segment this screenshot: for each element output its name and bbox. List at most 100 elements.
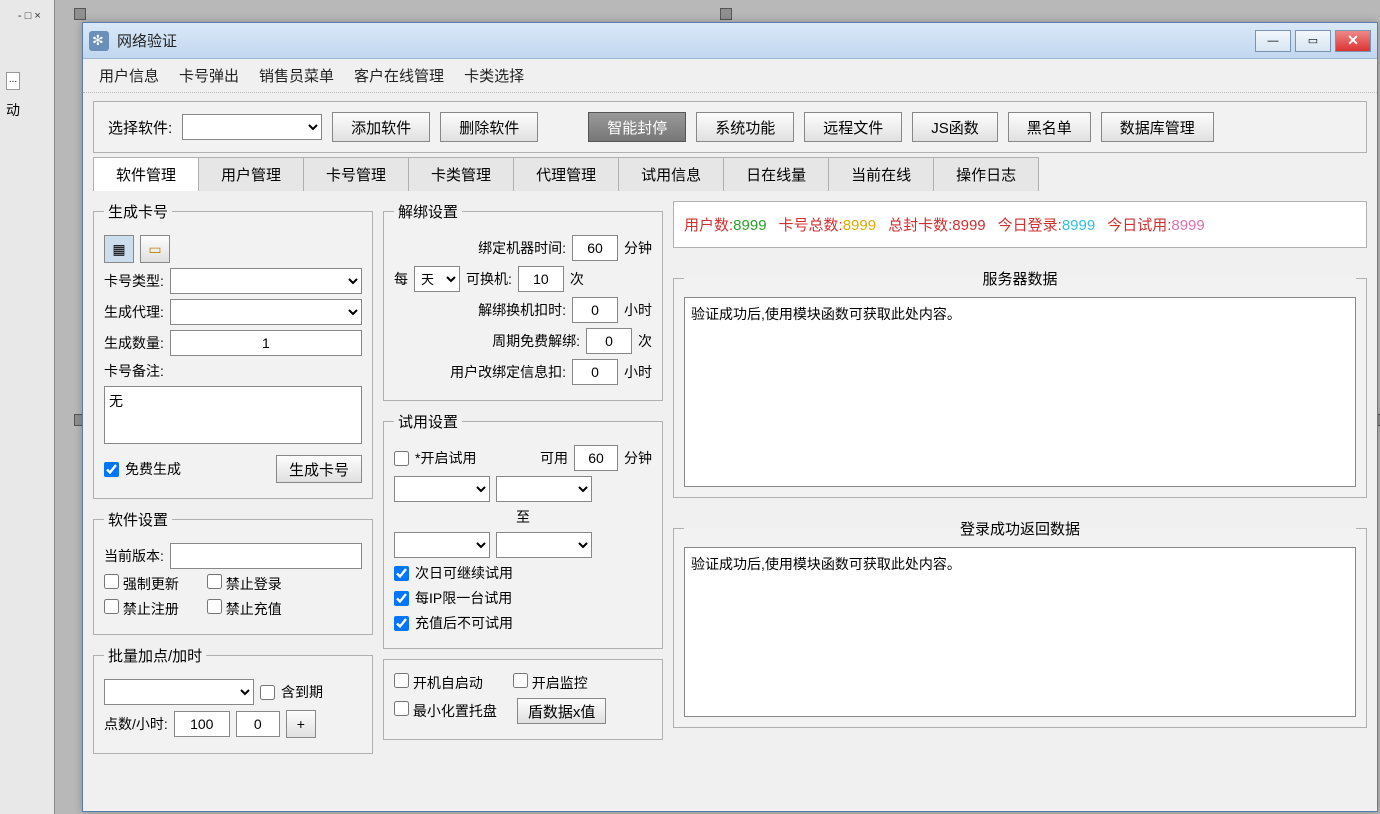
switch-label: 可换机: bbox=[466, 269, 512, 289]
version-input[interactable] bbox=[170, 543, 362, 569]
stat-cards-label: 卡号总数: bbox=[779, 217, 843, 234]
stat-banned-value: 8999 bbox=[952, 217, 985, 234]
gen-agent-label: 生成代理: bbox=[104, 302, 164, 322]
trial-from-m[interactable] bbox=[496, 476, 592, 502]
resize-handle-icon[interactable] bbox=[720, 8, 732, 20]
pts-label: 点数/小时: bbox=[104, 714, 168, 734]
tab-op-log[interactable]: 操作日志 bbox=[933, 157, 1039, 191]
deny-reg-checkbox[interactable] bbox=[104, 599, 119, 614]
smart-block-button[interactable]: 智能封停 bbox=[588, 112, 686, 142]
card-note-textarea[interactable]: 无 bbox=[104, 386, 362, 444]
deny-login-label: 禁止登录 bbox=[226, 576, 282, 592]
force-update-checkbox[interactable] bbox=[104, 574, 119, 589]
resize-handle-icon[interactable] bbox=[74, 8, 86, 20]
system-function-button[interactable]: 系统功能 bbox=[696, 112, 794, 142]
menu-card-popup[interactable]: 卡号弹出 bbox=[179, 65, 239, 86]
user-mod-unit: 小时 bbox=[624, 362, 652, 382]
pts-input[interactable] bbox=[174, 711, 230, 737]
monitor-checkbox[interactable] bbox=[513, 673, 528, 688]
trial-group: 试用设置 *开启试用可用分钟 至 次日可继续试用 每IP限一台试用 充值后不可试… bbox=[383, 411, 663, 649]
maximize-button[interactable]: ▭ bbox=[1295, 30, 1331, 52]
side-ellipsis[interactable]: ... bbox=[6, 72, 20, 90]
delete-software-button[interactable]: 删除软件 bbox=[440, 112, 538, 142]
plus-button[interactable]: + bbox=[286, 710, 316, 738]
bind-time-input[interactable] bbox=[572, 235, 618, 261]
software-select[interactable] bbox=[182, 114, 322, 140]
avail-input[interactable] bbox=[574, 445, 618, 471]
unbind-legend: 解绑设置 bbox=[394, 201, 462, 222]
gen-count-input[interactable] bbox=[170, 330, 362, 356]
after-recharge-checkbox[interactable] bbox=[394, 616, 409, 631]
every-label: 每 bbox=[394, 269, 408, 289]
gen-card-group: 生成卡号 ▦ ▭ 卡号类型: 生成代理: 生成数量: 卡号备注: 无 免费生成 … bbox=[93, 201, 373, 499]
unbind-group: 解绑设置 绑定机器时间:分钟 每天可换机:次 解绑换机扣时:小时 周期免费解绑:… bbox=[383, 201, 663, 401]
next-day-label: 次日可继续试用 bbox=[415, 563, 513, 583]
select-software-label: 选择软件: bbox=[108, 117, 172, 138]
gen-agent-select[interactable] bbox=[170, 299, 362, 325]
titlebar[interactable]: 网络验证 — ▭ ✕ bbox=[83, 23, 1377, 59]
include-expired-checkbox[interactable] bbox=[260, 685, 275, 700]
tab-trial-info[interactable]: 试用信息 bbox=[618, 157, 724, 191]
side-window-controls[interactable]: - □ × bbox=[18, 10, 41, 22]
bind-time-unit: 分钟 bbox=[624, 238, 652, 258]
menu-card-type[interactable]: 卡类选择 bbox=[464, 65, 524, 86]
next-day-checkbox[interactable] bbox=[394, 566, 409, 581]
trial-to-m[interactable] bbox=[496, 532, 592, 558]
autostart-checkbox[interactable] bbox=[394, 673, 409, 688]
user-mod-input[interactable] bbox=[572, 359, 618, 385]
calendar-icon[interactable]: ▦ bbox=[104, 235, 134, 263]
stat-users-label: 用户数: bbox=[684, 217, 733, 234]
minimize-button[interactable]: — bbox=[1255, 30, 1291, 52]
js-function-button[interactable]: JS函数 bbox=[912, 112, 998, 142]
per-ip-checkbox[interactable] bbox=[394, 591, 409, 606]
tab-current-online[interactable]: 当前在线 bbox=[828, 157, 934, 191]
card-type-select[interactable] bbox=[170, 268, 362, 294]
tab-user-mgmt[interactable]: 用户管理 bbox=[198, 157, 304, 191]
free-gen-checkbox[interactable] bbox=[104, 462, 119, 477]
tab-daily-online[interactable]: 日在线量 bbox=[723, 157, 829, 191]
login-data-textarea[interactable]: 验证成功后,使用模块函数可获取此处内容。 bbox=[684, 547, 1356, 717]
menu-sales[interactable]: 销售员菜单 bbox=[259, 65, 334, 86]
free-unbind-input[interactable] bbox=[586, 328, 632, 354]
add-software-button[interactable]: 添加软件 bbox=[332, 112, 430, 142]
avail-label: 可用 bbox=[540, 448, 568, 468]
card-icon[interactable]: ▭ bbox=[140, 235, 170, 263]
period-select[interactable]: 天 bbox=[414, 266, 460, 292]
free-unbind-label: 周期免费解绑: bbox=[492, 331, 580, 351]
stats-panel: 用户数:8999 卡号总数:8999 总封卡数:8999 今日登录:8999 今… bbox=[673, 201, 1367, 248]
main-window: 网络验证 — ▭ ✕ 用户信息 卡号弹出 销售员菜单 客户在线管理 卡类选择 选… bbox=[82, 22, 1378, 812]
toolbar: 选择软件: 添加软件 删除软件 智能封停 系统功能 远程文件 JS函数 黑名单 … bbox=[93, 101, 1367, 153]
unbind-deduct-input[interactable] bbox=[572, 297, 618, 323]
software-settings-group: 软件设置 当前版本: 强制更新 禁止登录 禁止注册 禁止充值 bbox=[93, 509, 373, 635]
tab-card-mgmt[interactable]: 卡号管理 bbox=[303, 157, 409, 191]
blacklist-button[interactable]: 黑名单 bbox=[1008, 112, 1091, 142]
tray-checkbox[interactable] bbox=[394, 701, 409, 716]
menu-user-info[interactable]: 用户信息 bbox=[99, 65, 159, 86]
deny-recharge-checkbox[interactable] bbox=[207, 599, 222, 614]
tab-card-type[interactable]: 卡类管理 bbox=[408, 157, 514, 191]
tab-agent-mgmt[interactable]: 代理管理 bbox=[513, 157, 619, 191]
deny-reg-label: 禁止注册 bbox=[123, 601, 179, 617]
switch-input[interactable] bbox=[518, 266, 564, 292]
gen-card-button[interactable]: 生成卡号 bbox=[276, 455, 362, 483]
trial-to-h[interactable] bbox=[394, 532, 490, 558]
tab-software-mgmt[interactable]: 软件管理 bbox=[93, 157, 199, 191]
remote-file-button[interactable]: 远程文件 bbox=[804, 112, 902, 142]
server-data-textarea[interactable]: 验证成功后,使用模块函数可获取此处内容。 bbox=[684, 297, 1356, 487]
bind-time-label: 绑定机器时间: bbox=[478, 238, 566, 258]
db-manage-button[interactable]: 数据库管理 bbox=[1101, 112, 1214, 142]
login-data-group: 登录成功返回数据 验证成功后,使用模块函数可获取此处内容。 bbox=[673, 518, 1367, 728]
deny-recharge-label: 禁止充值 bbox=[226, 601, 282, 617]
hours-input[interactable] bbox=[236, 711, 280, 737]
menu-online-mgmt[interactable]: 客户在线管理 bbox=[354, 65, 444, 86]
batch-select[interactable] bbox=[104, 679, 254, 705]
login-data-legend: 登录成功返回数据 bbox=[684, 518, 1356, 539]
close-button[interactable]: ✕ bbox=[1335, 30, 1371, 52]
shield-button[interactable]: 盾数据x值 bbox=[517, 698, 607, 724]
trial-from-h[interactable] bbox=[394, 476, 490, 502]
server-data-group: 服务器数据 验证成功后,使用模块函数可获取此处内容。 bbox=[673, 268, 1367, 498]
unbind-deduct-unit: 小时 bbox=[624, 300, 652, 320]
open-trial-checkbox[interactable] bbox=[394, 451, 409, 466]
deny-login-checkbox[interactable] bbox=[207, 574, 222, 589]
version-label: 当前版本: bbox=[104, 546, 164, 566]
